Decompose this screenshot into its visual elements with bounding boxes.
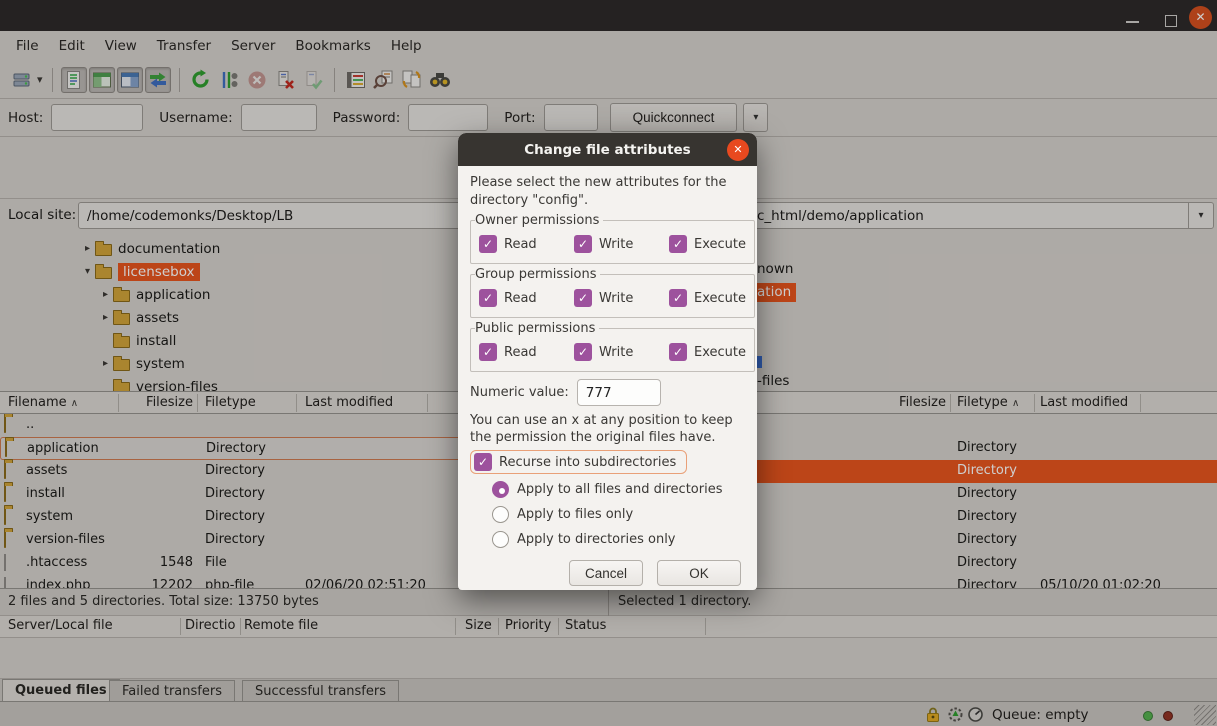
checkbox-checked-icon[interactable]: ✓ [479, 343, 497, 361]
owner-write-checkbox[interactable]: ✓Write [574, 235, 669, 253]
cancel-button[interactable]: Cancel [569, 560, 643, 586]
ok-button[interactable]: OK [657, 560, 741, 586]
group-execute-checkbox[interactable]: ✓Execute [669, 289, 746, 307]
numeric-value-label: Numeric value: [470, 385, 569, 400]
change-file-attributes-dialog: Change file attributes ✕ Please select t… [458, 133, 757, 590]
numeric-value-input[interactable] [577, 379, 661, 406]
group-write-checkbox[interactable]: ✓Write [574, 289, 669, 307]
dialog-titlebar[interactable]: Change file attributes ✕ [458, 133, 757, 166]
dialog-note-text: You can use an x at any position to keep… [470, 412, 745, 446]
dialog-intro-text: Please select the new attributes for the… [470, 174, 745, 210]
group-permissions-group: Group permissions ✓Read ✓Write ✓Execute [470, 267, 755, 318]
checkbox-checked-icon[interactable]: ✓ [479, 235, 497, 253]
dialog-close-button[interactable]: ✕ [727, 139, 749, 161]
owner-permissions-group: Owner permissions ✓Read ✓Write ✓Execute [470, 213, 755, 264]
public-permissions-group: Public permissions ✓Read ✓Write ✓Execute [470, 321, 755, 372]
owner-execute-checkbox[interactable]: ✓Execute [669, 235, 746, 253]
public-write-checkbox[interactable]: ✓Write [574, 343, 669, 361]
dialog-title: Change file attributes [524, 142, 690, 158]
checkbox-checked-icon[interactable]: ✓ [574, 289, 592, 307]
radio-apply-files-only[interactable]: Apply to files only [492, 502, 745, 527]
radio-apply-directories-only[interactable]: Apply to directories only [492, 527, 745, 552]
checkbox-checked-icon[interactable]: ✓ [669, 343, 687, 361]
owner-read-checkbox[interactable]: ✓Read [479, 235, 574, 253]
group-read-checkbox[interactable]: ✓Read [479, 289, 574, 307]
checkbox-checked-icon[interactable]: ✓ [574, 343, 592, 361]
radio-unselected-icon[interactable] [492, 531, 509, 548]
radio-apply-all[interactable]: Apply to all files and directories [492, 477, 745, 502]
radio-selected-icon[interactable] [492, 481, 509, 498]
public-execute-checkbox[interactable]: ✓Execute [669, 343, 746, 361]
radio-unselected-icon[interactable] [492, 506, 509, 523]
public-read-checkbox[interactable]: ✓Read [479, 343, 574, 361]
checkbox-checked-icon[interactable]: ✓ [574, 235, 592, 253]
filezilla-window: ✕ File Edit View Transfer Server Bookmar… [0, 0, 1217, 726]
checkbox-checked-icon[interactable]: ✓ [669, 289, 687, 307]
recurse-into-subdirectories-checkbox[interactable]: ✓ Recurse into subdirectories [470, 450, 687, 474]
owner-permissions-label: Owner permissions [475, 213, 603, 228]
apply-mode-radio-group: Apply to all files and directories Apply… [492, 477, 745, 552]
checkbox-checked-icon[interactable]: ✓ [474, 453, 492, 471]
group-permissions-label: Group permissions [475, 267, 600, 282]
checkbox-checked-icon[interactable]: ✓ [669, 235, 687, 253]
checkbox-checked-icon[interactable]: ✓ [479, 289, 497, 307]
public-permissions-label: Public permissions [475, 321, 599, 336]
dialog-body: Please select the new attributes for the… [458, 166, 757, 586]
